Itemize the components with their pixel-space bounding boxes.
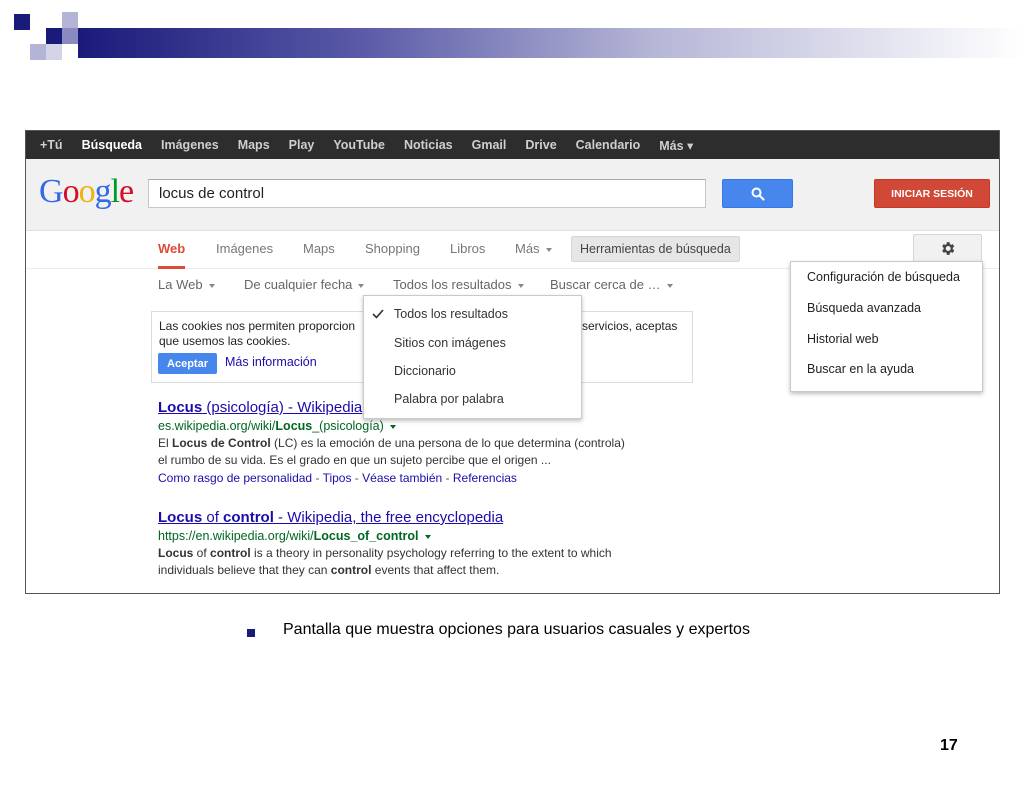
result-snippet: Locus of control is a theory in personal… (158, 546, 612, 560)
dropdown-item-todos[interactable]: Todos los resultados (394, 307, 508, 321)
menu-item-ayuda[interactable]: Buscar en la ayuda (807, 362, 914, 376)
menu-item-configuracion[interactable]: Configuración de búsqueda (807, 270, 960, 284)
topbar-item-calendario[interactable]: Calendario (576, 138, 641, 152)
topbar-item-gmail[interactable]: Gmail (472, 138, 507, 152)
sitelink[interactable]: Véase también (362, 471, 442, 485)
search-input[interactable]: locus de control (148, 179, 706, 208)
results-filter-dropdown: Todos los resultados Sitios con imágenes… (363, 295, 582, 419)
filter-fecha[interactable]: De cualquier fecha (244, 277, 365, 292)
settings-button[interactable] (913, 234, 982, 263)
filter-resultados[interactable]: Todos los resultados (393, 277, 524, 292)
tab-shopping[interactable]: Shopping (365, 231, 420, 269)
menu-item-busqueda-avanzada[interactable]: Búsqueda avanzada (807, 301, 921, 315)
topbar-item-mas[interactable]: Más ▾ (659, 138, 693, 153)
slide-decor-square (62, 28, 78, 44)
tab-web[interactable]: Web (158, 231, 186, 269)
topbar-item-imagenes[interactable]: Imágenes (161, 138, 219, 152)
chevron-down-icon (666, 283, 673, 288)
result-snippet: El Locus de Control (LC) es la emoción d… (158, 436, 625, 450)
slide-decor-square (46, 44, 62, 60)
chevron-down-icon (208, 283, 215, 288)
chevron-down-icon (358, 283, 365, 288)
result-sitelinks: Como rasgo de personalidad - Tipos - Véa… (158, 471, 517, 485)
topbar-item-busqueda[interactable]: Búsqueda (82, 138, 142, 152)
signin-button[interactable]: INICIAR SESIÓN (874, 179, 990, 208)
google-logo[interactable]: Google (39, 173, 134, 211)
search-result: Locus of control - Wikipedia, the free e… (158, 509, 718, 579)
search-header: Google locus de control INICIAR SESIÓN (26, 159, 999, 231)
topbar-item-noticias[interactable]: Noticias (404, 138, 453, 152)
filter-buscar-cerca[interactable]: Buscar cerca de … (550, 277, 673, 292)
search-tools-button[interactable]: Herramientas de búsqueda (571, 236, 740, 262)
result-url: https://en.wikipedia.org/wiki/Locus_of_c… (158, 529, 718, 543)
result-snippet: individuals believe that they can contro… (158, 563, 500, 577)
caption-bullet (247, 629, 255, 637)
google-top-bar: +Tú Búsqueda Imágenes Maps Play YouTube … (26, 131, 999, 159)
chevron-down-icon (545, 247, 552, 252)
tab-imagenes[interactable]: Imágenes (216, 231, 273, 269)
slide-decor-square (46, 28, 62, 44)
topbar-item-plus[interactable]: +Tú (40, 138, 63, 152)
result-url: es.wikipedia.org/wiki/Locus_(psicología) (158, 419, 718, 433)
gear-icon (942, 242, 955, 255)
tab-mas[interactable]: Más (515, 231, 552, 269)
slide-caption: Pantalla que muestra opciones para usuar… (283, 621, 750, 638)
tab-maps[interactable]: Maps (303, 231, 335, 269)
topbar-item-maps[interactable]: Maps (238, 138, 270, 152)
sitelink[interactable]: Referencias (453, 471, 517, 485)
settings-menu: Configuración de búsqueda Búsqueda avanz… (790, 261, 983, 392)
more-info-link[interactable]: Más información (225, 355, 317, 369)
page-number: 17 (940, 737, 958, 754)
slide-decor-square (30, 28, 46, 44)
result-snippet: el rumbo de su vida. Es el grado en que … (158, 453, 551, 467)
result-title-link[interactable]: Locus of control - Wikipedia, the free e… (158, 509, 718, 526)
menu-item-historial[interactable]: Historial web (807, 332, 879, 346)
cookies-text-line1: Las cookies nos permiten proporcion (159, 319, 356, 333)
slide-decor-square (30, 44, 46, 60)
topbar-item-play[interactable]: Play (289, 138, 315, 152)
dropdown-item-sitios-imagenes[interactable]: Sitios con imágenes (394, 336, 506, 350)
chevron-down-icon[interactable] (389, 424, 396, 429)
topbar-item-drive[interactable]: Drive (525, 138, 556, 152)
search-icon (751, 187, 765, 201)
cookies-text-line2: que usemos las cookies. (159, 334, 291, 348)
tab-libros[interactable]: Libros (450, 231, 485, 269)
dropdown-item-diccionario[interactable]: Diccionario (394, 364, 456, 378)
topbar-item-youtube[interactable]: YouTube (333, 138, 385, 152)
search-button[interactable] (722, 179, 793, 208)
slide-header-bar (78, 28, 1024, 58)
tab-mas-label: Más (515, 241, 540, 256)
slide-decor-square (62, 12, 78, 28)
sitelink[interactable]: Tipos (323, 471, 352, 485)
chevron-down-icon[interactable] (424, 534, 431, 539)
sitelink[interactable]: Como rasgo de personalidad (158, 471, 312, 485)
slide-decor-square (14, 14, 30, 30)
accept-cookies-button[interactable]: Aceptar (158, 353, 217, 374)
filter-la-web[interactable]: La Web (158, 277, 215, 292)
dropdown-item-palabra[interactable]: Palabra por palabra (394, 392, 504, 406)
google-search-screenshot: +Tú Búsqueda Imágenes Maps Play YouTube … (25, 130, 1000, 594)
cookies-text-line1-end: servicios, aceptas (582, 319, 678, 333)
check-icon (372, 309, 384, 319)
chevron-down-icon (517, 283, 524, 288)
